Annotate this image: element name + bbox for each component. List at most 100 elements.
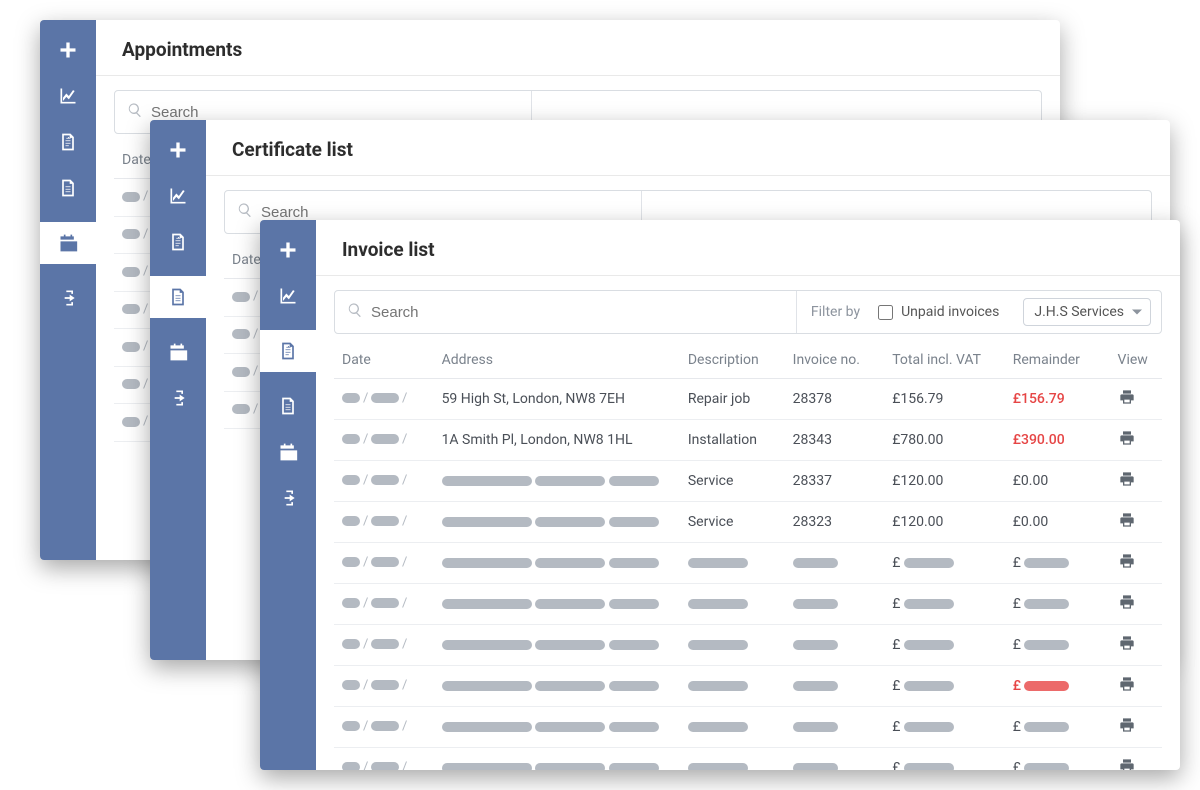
table-row: //59 High St, London, NW8 7EHRepair job2… bbox=[334, 379, 1162, 420]
table-row: // Service28337£120.00£0.00 bbox=[334, 461, 1162, 502]
search-input[interactable] bbox=[261, 204, 629, 221]
logout-icon[interactable] bbox=[276, 486, 300, 510]
print-icon[interactable] bbox=[1118, 598, 1136, 614]
cell-remainder: £ bbox=[1005, 584, 1110, 625]
filter-bar: Filter by Unpaid invoices J.H.S Services bbox=[334, 290, 1162, 334]
plus-icon[interactable] bbox=[276, 238, 300, 262]
cell-view bbox=[1110, 748, 1162, 771]
document-icon[interactable] bbox=[56, 176, 80, 200]
search-input[interactable] bbox=[371, 304, 784, 321]
invoice-icon[interactable] bbox=[56, 130, 80, 154]
cell-remainder: £ bbox=[1005, 666, 1110, 707]
print-icon[interactable] bbox=[1118, 434, 1136, 450]
cell-description bbox=[680, 625, 785, 666]
table-row: // £ £ bbox=[334, 666, 1162, 707]
invoice-icon[interactable] bbox=[166, 230, 190, 254]
table-row: // £ £ bbox=[334, 748, 1162, 771]
cell-view bbox=[1110, 379, 1162, 420]
sidebar bbox=[260, 220, 316, 770]
col-view: View bbox=[1110, 342, 1162, 379]
calendar-icon[interactable] bbox=[166, 340, 190, 364]
print-icon[interactable] bbox=[1118, 762, 1136, 770]
cell-total: £120.00 bbox=[884, 461, 1005, 502]
invoice-icon[interactable] bbox=[260, 330, 316, 372]
cell-view bbox=[1110, 461, 1162, 502]
cell-total: £ bbox=[884, 666, 1005, 707]
cell-remainder: £0.00 bbox=[1005, 461, 1110, 502]
chart-icon[interactable] bbox=[166, 184, 190, 208]
cell-description bbox=[680, 748, 785, 771]
unpaid-checkbox-wrap[interactable]: Unpaid invoices bbox=[874, 291, 1013, 333]
document-icon[interactable] bbox=[150, 276, 206, 318]
sidebar bbox=[150, 120, 206, 660]
cell-address bbox=[434, 666, 680, 707]
cell-view bbox=[1110, 420, 1162, 461]
col-date: Date bbox=[334, 342, 434, 379]
col-invoice-no: Invoice no. bbox=[785, 342, 885, 379]
print-icon[interactable] bbox=[1118, 516, 1136, 532]
table-row: // £ £ bbox=[334, 584, 1162, 625]
cell-remainder: £ bbox=[1005, 543, 1110, 584]
print-icon[interactable] bbox=[1118, 639, 1136, 655]
cell-description: Service bbox=[680, 502, 785, 543]
cell-remainder: £ bbox=[1005, 748, 1110, 771]
cell-view bbox=[1110, 502, 1162, 543]
plus-icon[interactable] bbox=[166, 138, 190, 162]
col-description: Description bbox=[680, 342, 785, 379]
filter-by-label: Filter by bbox=[797, 291, 874, 333]
calendar-icon[interactable] bbox=[40, 222, 96, 264]
col-address: Address bbox=[434, 342, 680, 379]
sidebar bbox=[40, 20, 96, 560]
plus-icon[interactable] bbox=[56, 38, 80, 62]
cell-total: £ bbox=[884, 543, 1005, 584]
cell-date: // bbox=[334, 625, 434, 666]
calendar-icon[interactable] bbox=[276, 440, 300, 464]
logout-icon[interactable] bbox=[166, 386, 190, 410]
cell-description: Service bbox=[680, 461, 785, 502]
cell-remainder: £156.79 bbox=[1005, 379, 1110, 420]
cell-address bbox=[434, 461, 680, 502]
cell-total: £156.79 bbox=[884, 379, 1005, 420]
search-input[interactable] bbox=[151, 104, 519, 121]
cell-address bbox=[434, 543, 680, 584]
cell-description: Installation bbox=[680, 420, 785, 461]
cell-remainder: £ bbox=[1005, 707, 1110, 748]
print-icon[interactable] bbox=[1118, 721, 1136, 737]
page-title: Appointments bbox=[96, 20, 1060, 76]
cell-remainder: £390.00 bbox=[1005, 420, 1110, 461]
invoice-table: Date Address Description Invoice no. Tot… bbox=[334, 342, 1162, 770]
cell-invoice-no: 28337 bbox=[785, 461, 885, 502]
cell-date: // bbox=[334, 502, 434, 543]
cell-date: // bbox=[334, 420, 434, 461]
logout-icon[interactable] bbox=[56, 286, 80, 310]
print-icon[interactable] bbox=[1118, 393, 1136, 409]
cell-invoice-no: 28378 bbox=[785, 379, 885, 420]
company-select[interactable]: J.H.S Services bbox=[1023, 298, 1151, 326]
cell-description bbox=[680, 584, 785, 625]
print-icon[interactable] bbox=[1118, 557, 1136, 573]
cell-view bbox=[1110, 625, 1162, 666]
cell-total: £120.00 bbox=[884, 502, 1005, 543]
col-remainder: Remainder bbox=[1005, 342, 1110, 379]
unpaid-checkbox[interactable] bbox=[878, 305, 893, 320]
cell-date: // bbox=[334, 543, 434, 584]
cell-address bbox=[434, 502, 680, 543]
document-icon[interactable] bbox=[276, 394, 300, 418]
cell-invoice-no bbox=[785, 748, 885, 771]
print-icon[interactable] bbox=[1118, 475, 1136, 491]
cell-date: // bbox=[334, 461, 434, 502]
cell-view bbox=[1110, 707, 1162, 748]
cell-date: // bbox=[334, 666, 434, 707]
cell-description bbox=[680, 707, 785, 748]
cell-invoice-no bbox=[785, 707, 885, 748]
cell-invoice-no bbox=[785, 625, 885, 666]
cell-address: 1A Smith Pl, London, NW8 1HL bbox=[434, 420, 680, 461]
cell-total: £ bbox=[884, 584, 1005, 625]
cell-remainder: £ bbox=[1005, 625, 1110, 666]
cell-invoice-no bbox=[785, 584, 885, 625]
cell-view bbox=[1110, 543, 1162, 584]
print-icon[interactable] bbox=[1118, 680, 1136, 696]
chart-icon[interactable] bbox=[56, 84, 80, 108]
cell-invoice-no bbox=[785, 666, 885, 707]
chart-icon[interactable] bbox=[276, 284, 300, 308]
